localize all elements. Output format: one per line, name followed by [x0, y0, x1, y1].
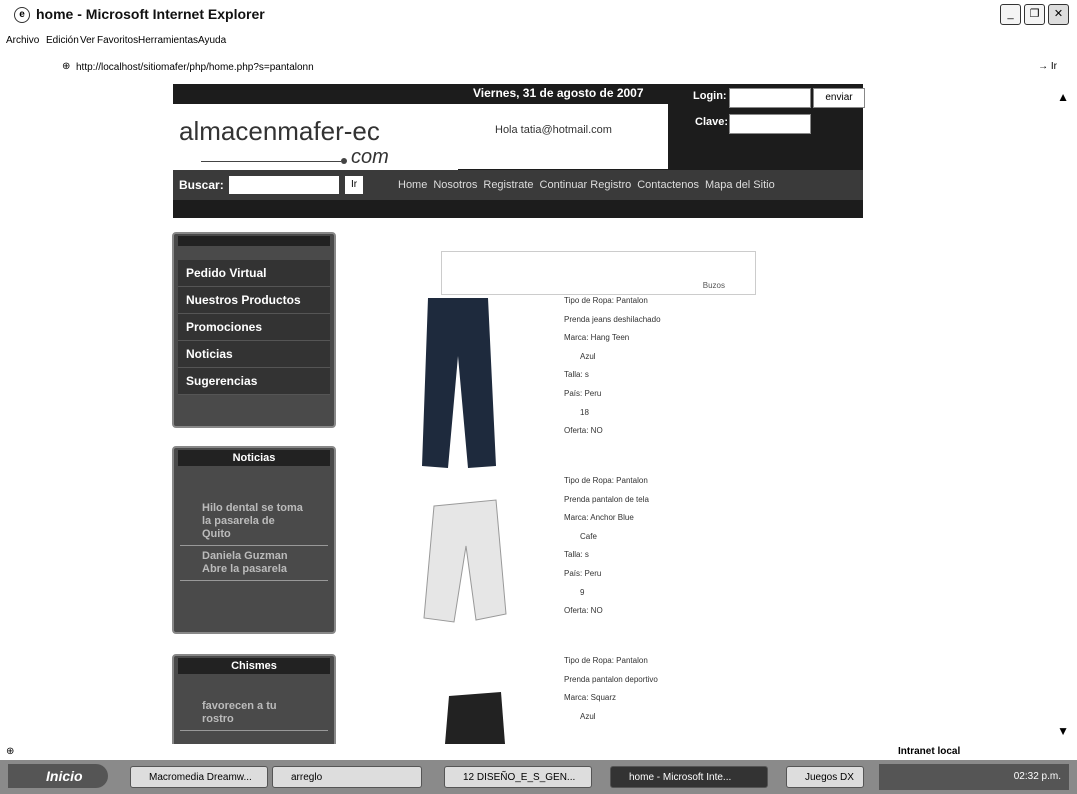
sidebar-item-sugerencias[interactable]: Sugerencias	[178, 368, 330, 395]
taskbar-item[interactable]: Macromedia Dreamw...	[130, 766, 268, 788]
window-title: home - Microsoft Internet Explorer	[36, 6, 265, 22]
menu-edicion[interactable]: Edición	[46, 35, 79, 46]
ie-icon: e	[14, 7, 30, 23]
status-icon: ⊕	[6, 746, 15, 757]
site-date: Viernes, 31 de agosto de 2007	[473, 86, 644, 100]
taskbar-item[interactable]: arreglo	[272, 766, 422, 788]
taskbar-item-active[interactable]: home - Microsoft Inte...	[610, 766, 768, 788]
product-color: Azul	[580, 711, 596, 721]
product-tipo: Tipo de Ropa: Pantalon	[564, 656, 648, 665]
product-tipo: Tipo de Ropa: Pantalon	[564, 476, 648, 485]
menu-bar: Archivo Edición Ver Favoritos Herramient…	[0, 31, 1077, 51]
chismes-title: Chismes	[178, 658, 330, 674]
nav-mapa-sitio[interactable]: Mapa del Sitio	[705, 179, 775, 191]
logo-dot	[341, 158, 347, 164]
search-button[interactable]: Ir	[345, 176, 363, 194]
zone-label: Intranet local	[898, 746, 961, 757]
nav-continuar-registro[interactable]: Continuar Registro	[540, 179, 632, 191]
taskbar-item[interactable]: 12 DISEÑO_E_S_GEN...	[444, 766, 592, 788]
go-button[interactable]: → Ir	[1038, 61, 1057, 72]
search-label: Buscar:	[179, 178, 224, 192]
menu-archivo[interactable]: Archivo	[6, 35, 39, 46]
sport-pants-image[interactable]	[445, 690, 505, 744]
product-prenda: Prenda pantalon deportivo	[564, 674, 658, 684]
sidebar-item-noticias[interactable]: Noticias	[178, 341, 330, 368]
product-oferta: Oferta: NO	[564, 426, 603, 436]
noticias-title: Noticias	[178, 450, 330, 466]
site-navbar: Buscar: Ir Home Nosotros Registrate Cont…	[173, 170, 863, 200]
send-button[interactable]: enviar	[813, 88, 865, 108]
password-label: Clave:	[695, 116, 729, 128]
sidebar-item-pedido-virtual[interactable]: Pedido Virtual	[178, 260, 330, 287]
scroll-down-icon[interactable]: ▼	[1057, 724, 1069, 738]
product-details: Tipo de Ropa: Pantalon Prenda jeans desh…	[564, 292, 661, 441]
menu-herramientas[interactable]: Herramientas	[138, 35, 198, 46]
login-label: Login:	[693, 90, 727, 102]
menu-favoritos[interactable]: Favoritos	[97, 35, 138, 46]
sidebar-item-productos[interactable]: Nuestros Productos	[178, 287, 330, 314]
product-tipo: Tipo de Ropa: Pantalon	[564, 296, 648, 305]
noticias-panel: Noticias Hilo dental se toma la pasarela…	[172, 446, 336, 634]
close-button[interactable]: ✕	[1048, 4, 1069, 25]
menu-ver[interactable]: Ver	[80, 35, 95, 46]
taskbar-item[interactable]: Juegos DX	[786, 766, 864, 788]
product-details: Tipo de Ropa: Pantalon Prenda pantalon d…	[564, 652, 658, 726]
product-cantidad: 18	[580, 407, 589, 417]
scroll-up-icon[interactable]: ▲	[1057, 90, 1069, 104]
news-item[interactable]: Daniela Guzman Abre la pasarela	[180, 546, 328, 581]
site-logo[interactable]: almacenmafer-ec	[179, 116, 380, 147]
nav-nosotros[interactable]: Nosotros	[433, 179, 477, 191]
product-prenda: Prenda jeans deshilachado	[564, 314, 661, 324]
status-bar: ⊕ Intranet local	[0, 744, 1077, 760]
news-item[interactable]: Hilo dental se toma la pasarela de Quito	[180, 498, 328, 546]
product-talla: Talla: s	[564, 550, 589, 560]
category-label[interactable]: Buzos	[703, 281, 725, 290]
system-tray: 02:32 p.m.	[879, 764, 1069, 790]
window-titlebar: e home - Microsoft Internet Explorer _ ❐…	[0, 0, 1077, 30]
greeting-text: Hola tatia@hotmail.com	[495, 124, 612, 136]
page-content: ▲ ▼ almacenmafer-ec com Hola tatia@hotma…	[0, 84, 1077, 744]
product-cantidad: 9	[580, 587, 585, 597]
taskbar: Inicio Macromedia Dreamw... arreglo 12 D…	[0, 760, 1077, 794]
sidebar-item-promociones[interactable]: Promociones	[178, 314, 330, 341]
nav-contactenos[interactable]: Contactenos	[637, 179, 699, 191]
nav-registrate[interactable]: Registrate	[483, 179, 533, 191]
product-color: Cafe	[580, 531, 597, 541]
product-pais: País: Peru	[564, 568, 602, 578]
clock: 02:32 p.m.	[1013, 771, 1061, 782]
jeans-image[interactable]	[418, 296, 498, 471]
category-box: Buzos	[441, 251, 756, 295]
logo-com: com	[351, 146, 389, 168]
address-input[interactable]: http://localhost/sitiomafer/php/home.php…	[76, 62, 314, 73]
product-color: Azul	[580, 351, 596, 361]
product-marca: Marca: Anchor Blue	[564, 513, 634, 523]
start-button[interactable]: Inicio	[8, 764, 108, 788]
login-input[interactable]	[729, 88, 811, 108]
product-talla: Talla: s	[564, 370, 589, 380]
product-oferta: Oferta: NO	[564, 606, 603, 616]
maximize-button[interactable]: ❐	[1024, 4, 1045, 25]
password-input[interactable]	[729, 114, 811, 134]
site-header: almacenmafer-ec com Hola tatia@hotmail.c…	[173, 84, 865, 218]
menu-ayuda[interactable]: Ayuda	[198, 35, 226, 46]
nav-home[interactable]: Home	[398, 179, 427, 191]
gossip-item[interactable]: favorecen a tu rostro	[180, 696, 328, 731]
product-pais: País: Peru	[564, 388, 602, 398]
address-bar: ⊕ http://localhost/sitiomafer/php/home.p…	[0, 54, 1077, 80]
sidebar-menu-panel: Pedido Virtual Nuestros Productos Promoc…	[172, 232, 336, 428]
search-input[interactable]	[229, 176, 339, 194]
chismes-panel: Chismes favorecen a tu rostro	[172, 654, 336, 744]
page-icon: ⊕	[62, 61, 71, 72]
product-details: Tipo de Ropa: Pantalon Prenda pantalon d…	[564, 472, 649, 621]
pants-image[interactable]	[420, 496, 510, 626]
minimize-button[interactable]: _	[1000, 4, 1021, 25]
product-marca: Marca: Hang Teen	[564, 333, 630, 343]
product-marca: Marca: Squarz	[564, 693, 617, 703]
product-prenda: Prenda pantalon de tela	[564, 494, 649, 504]
